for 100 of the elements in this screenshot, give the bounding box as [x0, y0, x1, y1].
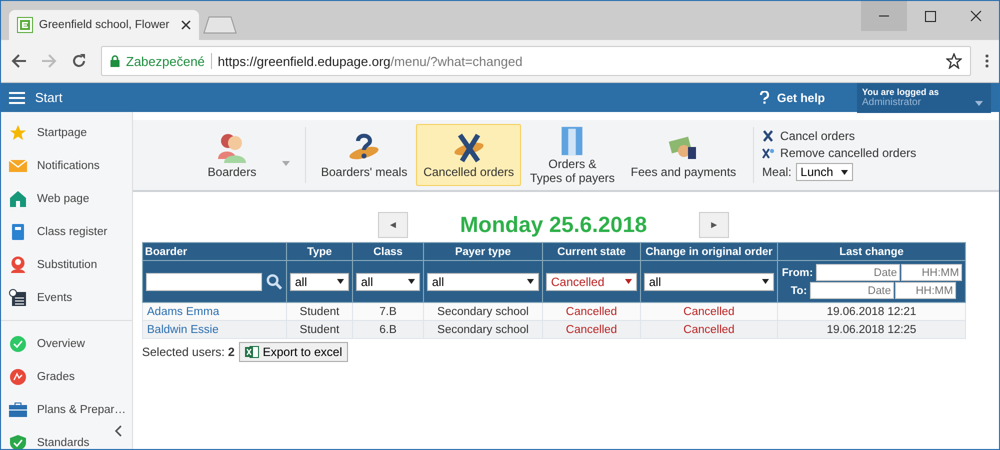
- meal-dropdown[interactable]: Lunch: [796, 163, 854, 181]
- sidebar-item[interactable]: Class register: [1, 215, 132, 248]
- caret-icon: [841, 170, 848, 174]
- sidebar-item[interactable]: Grades: [1, 360, 132, 393]
- action-link[interactable]: Cancel orders: [762, 129, 916, 143]
- caret-icon: [337, 279, 344, 284]
- sidebar-item[interactable]: Web page: [1, 182, 132, 215]
- table-cell: Secondary school: [424, 320, 542, 338]
- from-label: From:: [781, 266, 814, 278]
- export-button[interactable]: Export to excel: [238, 342, 348, 362]
- login-caption: You are logged as: [862, 87, 939, 97]
- table-cell: Cancelled: [640, 320, 778, 338]
- menu-icon[interactable]: [985, 54, 989, 68]
- secure-label: Zabezpečené: [126, 54, 205, 68]
- date-field[interactable]: Date: [810, 282, 894, 299]
- boarder-link[interactable]: Adams Emma: [142, 302, 286, 320]
- sidebar-item[interactable]: Startpage: [1, 116, 132, 149]
- caret-icon: [975, 100, 983, 106]
- address-bar[interactable]: Zabezpečené https://greenfield.edupage.org/menu/?what=changed: [101, 46, 971, 76]
- table-cell: Cancelled: [542, 320, 640, 338]
- help-button[interactable]: Get help: [754, 90, 831, 106]
- table-cell: Cancelled: [542, 302, 640, 320]
- sidebar-item[interactable]: Substitution: [1, 248, 132, 281]
- column-header: Change in original order: [640, 242, 778, 260]
- caret-icon: [625, 279, 632, 284]
- user-menu[interactable]: You are logged as Administrator: [857, 82, 991, 112]
- calendar-icon: [9, 288, 27, 306]
- time-field[interactable]: HH:MM: [895, 282, 956, 299]
- menu-icon: [9, 92, 25, 104]
- state-filter-dropdown[interactable]: Cancelled: [546, 272, 637, 290]
- table-cell: Secondary school: [424, 302, 542, 320]
- ribbon-button[interactable]: Orders & Types of payers: [523, 124, 622, 186]
- house-icon: [9, 190, 27, 208]
- close-icon[interactable]: [181, 20, 191, 30]
- date-title: Monday 25.6.2018: [460, 212, 648, 238]
- reload-icon[interactable]: [71, 53, 87, 69]
- time-field[interactable]: HH:MM: [901, 264, 962, 281]
- action-link[interactable]: Remove cancelled orders: [762, 146, 916, 160]
- caret-icon: [762, 279, 769, 284]
- column-header: Type: [286, 242, 352, 260]
- next-day-button[interactable]: ►: [699, 212, 730, 238]
- column-header: Payer type: [424, 242, 542, 260]
- table-cell: 6.B: [352, 320, 424, 338]
- column-header: Class: [352, 242, 424, 260]
- briefcase-icon: [9, 400, 27, 418]
- cross-icon: [762, 130, 774, 142]
- table-cell: 19.06.2018 12:21: [778, 302, 966, 320]
- cross-person-icon: [762, 147, 774, 159]
- table-cell: Student: [286, 302, 352, 320]
- payer-type-filter-dropdown[interactable]: all: [427, 272, 539, 290]
- question-mark-icon: [760, 91, 769, 104]
- ribbon-button[interactable]: Cancelled orders: [416, 124, 522, 186]
- ribbon-button[interactable]: Boarders: [183, 124, 295, 186]
- column-header: Current state: [542, 242, 640, 260]
- change-filter-dropdown[interactable]: all: [644, 272, 774, 290]
- meal-label: Meal:: [762, 165, 792, 179]
- browser-tab[interactable]: Greenfield school, Flower: [9, 10, 199, 40]
- caret-icon: [408, 279, 415, 284]
- caret-icon: [527, 279, 534, 284]
- people-icon: [215, 131, 249, 165]
- cross-icon: [452, 131, 486, 165]
- checkmark-icon: [9, 334, 27, 352]
- sidebar-item[interactable]: Notifications: [1, 149, 132, 182]
- search-field[interactable]: [146, 272, 262, 290]
- logo-icon: [17, 17, 33, 33]
- envelope-icon: [9, 156, 27, 174]
- sidebar-item[interactable]: Plans & Prepar…: [1, 393, 132, 426]
- person-icon: [9, 256, 27, 274]
- type-filter-dropdown[interactable]: all: [290, 272, 349, 290]
- tab-title: Greenfield school, Flower: [39, 19, 170, 31]
- search-icon[interactable]: [266, 272, 283, 290]
- table-cell: 7.B: [352, 302, 424, 320]
- star-icon: [9, 124, 27, 142]
- date-field[interactable]: Date: [816, 264, 900, 281]
- notebook-icon: [9, 222, 27, 240]
- sidebar-item[interactable]: Standards: [1, 426, 132, 449]
- table-cell: Cancelled: [640, 302, 778, 320]
- back-icon[interactable]: [11, 53, 27, 69]
- ribbon-button[interactable]: Boarders' meals: [314, 124, 414, 186]
- table-cell: 19.06.2018 12:25: [778, 320, 966, 338]
- boarder-link[interactable]: Baldwin Essie: [142, 320, 286, 338]
- collapse-icon[interactable]: [114, 425, 122, 437]
- column-header: Boarder: [142, 242, 286, 260]
- chart-icon: [9, 368, 27, 386]
- previous-day-button[interactable]: ◄: [378, 212, 408, 238]
- class-filter-dropdown[interactable]: all: [356, 272, 420, 290]
- lock-icon: [110, 55, 120, 67]
- column-header: Last change: [778, 242, 966, 260]
- sidebar-item[interactable]: Events: [1, 281, 132, 314]
- ribbon-button[interactable]: Fees and payments: [624, 124, 744, 186]
- url-text: https://greenfield.edupage.org/menu/?what=changed: [218, 54, 524, 68]
- to-label: To:: [790, 284, 808, 296]
- sidebar-item[interactable]: Overview: [1, 327, 132, 360]
- selected-users-count: Selected users: 2: [142, 345, 235, 359]
- spreadsheet-icon: [244, 345, 259, 359]
- user-name: Administrator: [862, 97, 921, 108]
- table-cell: Student: [286, 320, 352, 338]
- bookmark-star-icon[interactable]: [946, 53, 962, 69]
- start-menu-button[interactable]: Start: [1, 90, 70, 105]
- caret-icon: [282, 161, 290, 166]
